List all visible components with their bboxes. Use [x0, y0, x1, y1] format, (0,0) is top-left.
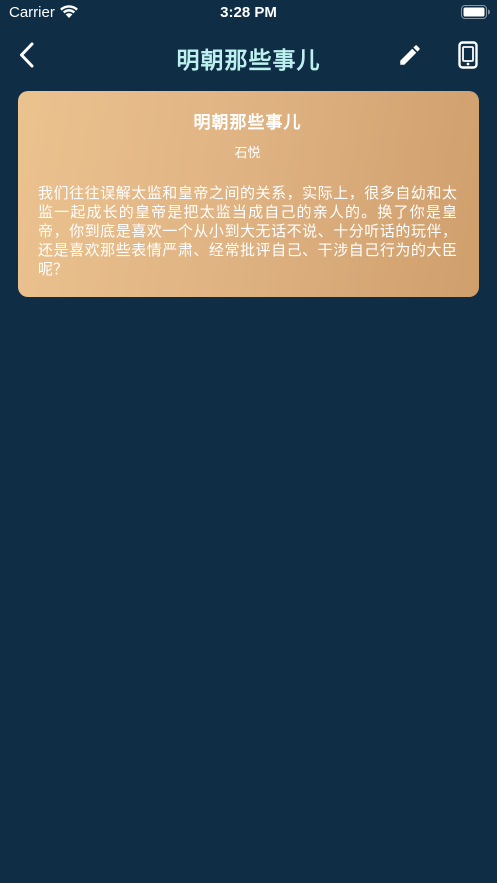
edit-button[interactable]: [396, 43, 424, 71]
back-button[interactable]: [12, 42, 42, 72]
page-title: 明朝那些事儿: [176, 47, 321, 74]
battery-icon: [461, 5, 491, 19]
article-card[interactable]: 明朝那些事儿 石悦 我们往往误解太监和皇帝之间的关系，实际上，很多自幼和太监一起…: [18, 91, 479, 297]
status-bar: Carrier 3:28 PM: [0, 0, 497, 26]
card-content: 我们往往误解太监和皇帝之间的关系，实际上，很多自幼和太监一起成长的皇帝是把太监当…: [38, 184, 457, 278]
phone-frame-icon: [458, 41, 478, 73]
pencil-icon: [397, 42, 423, 72]
status-time: 3:28 PM: [220, 4, 277, 21]
card-title: 明朝那些事儿: [193, 113, 302, 133]
navigation-bar: 明朝那些事儿: [0, 32, 497, 82]
phone-view-button[interactable]: [454, 41, 482, 73]
card-author: 石悦: [234, 146, 261, 161]
chevron-left-icon: [18, 42, 36, 72]
